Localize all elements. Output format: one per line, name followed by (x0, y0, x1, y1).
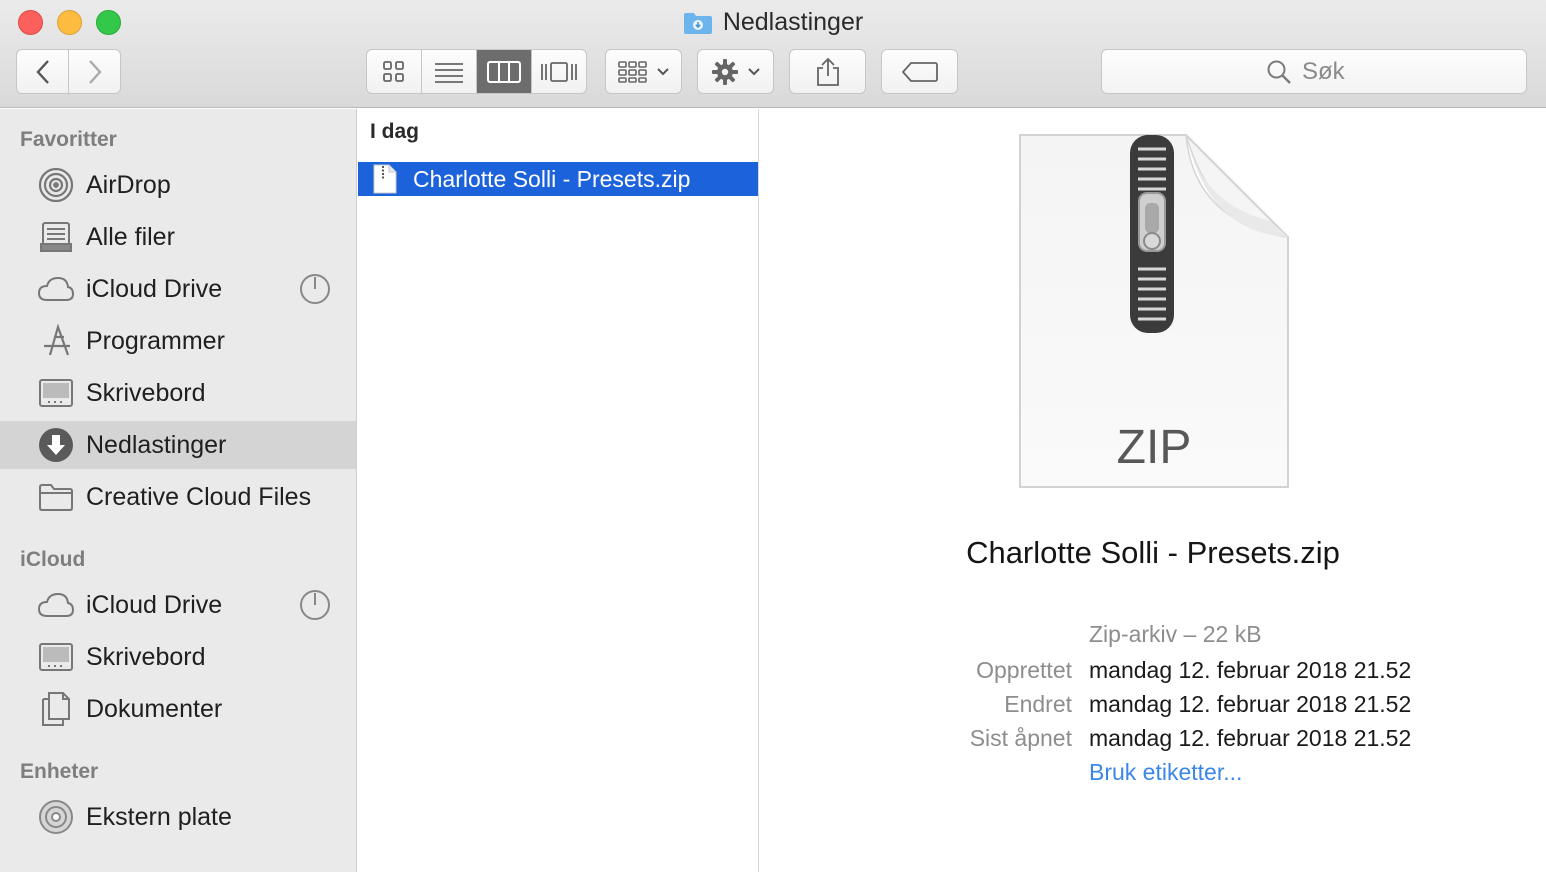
folder-icon (37, 480, 75, 514)
disc-icon (37, 800, 75, 834)
grid-icon (383, 60, 404, 82)
view-mode-control (366, 49, 587, 94)
cloud-icon (37, 272, 75, 306)
zip-file-icon (373, 164, 397, 194)
sidebar-item-label: iCloud Drive (86, 274, 223, 303)
sidebar-section-favorites: Favoritter (20, 128, 117, 151)
sidebar-item-label: Skrivebord (86, 642, 206, 671)
sidebar-section-devices: Enheter (20, 760, 99, 783)
cover-flow-icon (541, 61, 577, 82)
gear-icon (711, 58, 738, 85)
airdrop-icon (37, 167, 75, 203)
column-header: I dag (370, 120, 420, 143)
window-title-text: Nedlastinger (722, 8, 864, 36)
arrange-button[interactable] (605, 49, 682, 94)
sidebar-item-label: iCloud Drive (86, 590, 223, 619)
sidebar-item-creative-cloud-files[interactable]: Creative Cloud Files (0, 473, 356, 521)
sidebar-item-desktop-2[interactable]: Skrivebord (0, 633, 356, 681)
sidebar-item-icloud-drive-2[interactable]: iCloud Drive (0, 581, 356, 629)
file-name: Charlotte Solli - Presets.zip (413, 165, 691, 192)
icon-view-button[interactable] (367, 50, 422, 93)
sidebar-item-icloud-drive[interactable]: iCloud Drive (0, 265, 356, 313)
file-kind-size: Zip-arkiv – 22 kB (1089, 621, 1262, 647)
applications-icon (37, 324, 75, 358)
window-title: Nedlastinger (0, 8, 1546, 37)
sidebar-item-airdrop[interactable]: AirDrop (0, 161, 356, 209)
cloud-icon (37, 588, 75, 622)
sidebar-section-icloud: iCloud (20, 548, 86, 571)
forward-button[interactable] (68, 49, 121, 94)
share-button[interactable] (789, 49, 866, 94)
search-input[interactable] (1302, 57, 1362, 86)
created-value: mandag 12. februar 2018 21.52 (1089, 657, 1412, 683)
documents-icon (37, 692, 75, 726)
file-row-selected[interactable]: Charlotte Solli - Presets.zip (358, 162, 758, 196)
sidebar-item-label: AirDrop (86, 170, 171, 199)
search-field[interactable] (1101, 49, 1527, 94)
columns-icon (487, 60, 521, 83)
sidebar-item-applications[interactable]: Programmer (0, 317, 356, 365)
chevron-down-icon (656, 67, 669, 75)
tag-icon (901, 61, 938, 82)
search-icon (1267, 60, 1291, 84)
modified-label: Endret (1004, 691, 1072, 717)
chevron-down-icon (747, 67, 760, 75)
sync-progress-icon (300, 274, 330, 304)
tags-button[interactable] (881, 49, 958, 94)
preview-pane: ZIP Charlotte Solli - Presets.zip Zip-ar… (760, 109, 1546, 872)
add-tags-link[interactable]: Bruk etiketter... (1089, 759, 1242, 786)
sidebar: Favoritter AirDrop Alle filer iCloud Dri… (0, 109, 357, 872)
sidebar-item-label: Nedlastinger (86, 430, 227, 459)
created-label: Opprettet (976, 657, 1072, 683)
sidebar-item-label: Skrivebord (86, 378, 206, 407)
zip-icon-label: ZIP (1117, 421, 1192, 474)
last-opened-label: Sist åpnet (969, 725, 1072, 751)
list-icon (435, 62, 463, 83)
modified-value: mandag 12. februar 2018 21.52 (1089, 691, 1412, 717)
share-icon (816, 57, 839, 86)
sidebar-item-desktop[interactable]: Skrivebord (0, 369, 356, 417)
downloads-icon (37, 428, 75, 462)
gallery-view-button[interactable] (532, 50, 586, 93)
sync-progress-icon (300, 590, 330, 620)
sidebar-item-label: Ekstern plate (86, 802, 232, 831)
preview-file-name: Charlotte Solli - Presets.zip (966, 535, 1340, 570)
desktop-icon (37, 640, 75, 674)
file-column: I dag Charlotte Solli - Presets.zip (358, 109, 759, 872)
sidebar-item-downloads[interactable]: Nedlastinger (0, 421, 356, 469)
sidebar-item-label: Creative Cloud Files (86, 482, 312, 511)
sidebar-item-label: Programmer (86, 326, 225, 355)
sidebar-item-label: Dokumenter (86, 694, 223, 723)
chevron-right-icon (88, 59, 102, 84)
chevron-left-icon (35, 59, 49, 84)
list-view-button[interactable] (422, 50, 477, 93)
desktop-icon (37, 376, 75, 410)
arrange-grid-icon (617, 60, 647, 83)
sidebar-item-all-files[interactable]: Alle filer (0, 213, 356, 261)
sidebar-item-label: Alle filer (86, 222, 175, 251)
action-button[interactable] (697, 49, 774, 94)
downloads-folder-icon (683, 12, 712, 34)
back-button[interactable] (16, 49, 69, 94)
toolbar: Nedlastinger (0, 0, 1546, 108)
column-view-button[interactable] (477, 50, 532, 93)
sidebar-item-external-disk[interactable]: Ekstern plate (0, 793, 356, 841)
all-files-icon (37, 220, 75, 254)
sidebar-item-documents[interactable]: Dokumenter (0, 685, 356, 733)
last-opened-value: mandag 12. februar 2018 21.52 (1089, 725, 1412, 751)
zip-document-icon: ZIP (1019, 134, 1289, 488)
